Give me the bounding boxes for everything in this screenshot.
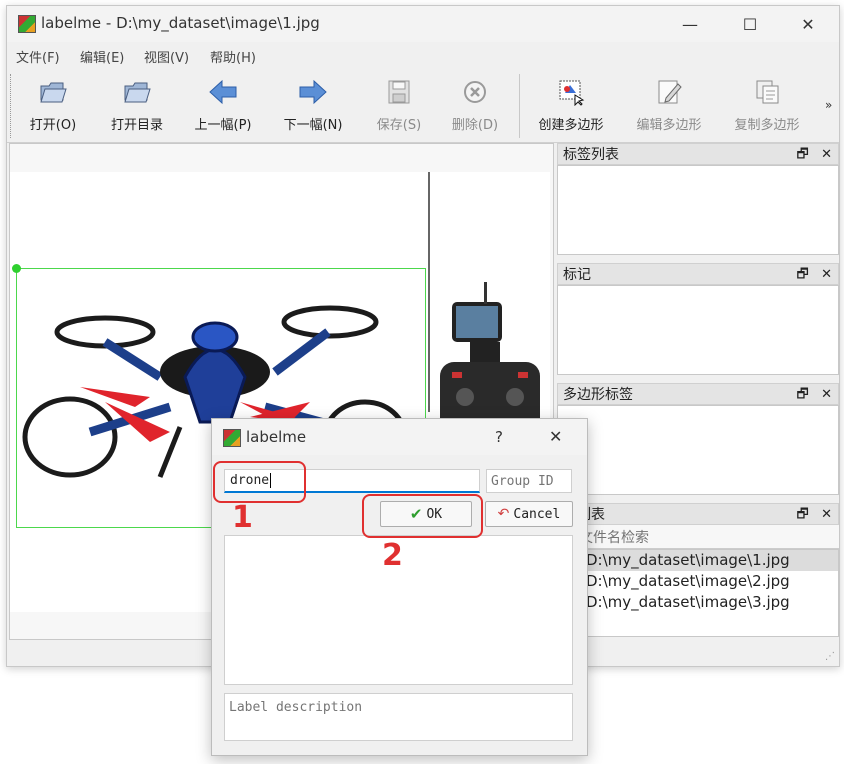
prev-image-button[interactable]: 上一幅(P) [185, 74, 261, 138]
dock-float-icon[interactable]: 🗗 [796, 387, 808, 402]
annotation-highlight-ok-button [362, 494, 483, 538]
polygon-labels-list[interactable] [557, 405, 839, 495]
polygon-labels-title: 多边形标签 [563, 387, 633, 403]
file-list[interactable]: D:\my_dataset\image\1.jpg D:\my_dataset\… [557, 549, 839, 637]
folder-open-icon [124, 82, 151, 103]
polygon-vertex-handle[interactable] [12, 264, 21, 273]
close-button[interactable]: ✕ [785, 6, 831, 42]
label-list-title: 标签列表 [563, 147, 619, 163]
file-list-item[interactable]: D:\my_dataset\image\2.jpg [558, 571, 838, 592]
dock-close-icon[interactable]: ✕ [821, 387, 832, 402]
polygon-labels-dock-title[interactable]: 多边形标签 🗗 ✕ [557, 383, 839, 405]
edit-polygon-button[interactable]: 编辑多边形 [627, 74, 711, 138]
arrow-right-icon [299, 79, 327, 105]
create-polygon-label: 创建多边形 [538, 118, 604, 133]
polygon-labels-dock: 多边形标签 🗗 ✕ [557, 383, 839, 495]
next-image-label: 下一幅(N) [283, 118, 343, 133]
labelme-app-icon [18, 15, 36, 33]
copy-polygon-button[interactable]: 复制多边形 [725, 74, 809, 138]
maximize-button[interactable]: ☐ [727, 6, 773, 42]
annotation-step-1: 1 [232, 500, 253, 535]
annotation-highlight-label-input [213, 461, 306, 503]
dock-float-icon[interactable]: 🗗 [796, 507, 808, 522]
toolbar: 打开(O) 打开目录 上一幅(P) 下一幅(N) 保存(S) 删除(D) 创建多… [7, 68, 839, 143]
dialog-title-bar[interactable]: labelme ? ✕ [212, 419, 587, 455]
menu-file[interactable]: 文件(F) [16, 47, 60, 66]
resize-grip-icon[interactable]: ⋰ [825, 651, 835, 662]
save-button[interactable]: 保存(S) [367, 74, 431, 138]
prev-image-label: 上一幅(P) [194, 118, 252, 133]
dock-float-icon[interactable]: 🗗 [796, 267, 808, 282]
file-list-item[interactable]: D:\my_dataset\image\1.jpg [558, 550, 838, 571]
create-polygon-icon [559, 80, 585, 106]
flags-title: 标记 [563, 267, 591, 283]
open-button[interactable]: 打开(O) [21, 74, 85, 138]
labelme-app-icon [223, 429, 241, 447]
edit-polygon-label: 编辑多边形 [636, 118, 702, 133]
group-id-input[interactable] [486, 469, 572, 493]
dock-close-icon[interactable]: ✕ [821, 147, 832, 162]
next-image-button[interactable]: 下一幅(N) [275, 74, 351, 138]
delete-circle-icon [464, 81, 486, 103]
label-description-input[interactable] [224, 693, 573, 741]
menu-bar: 文件(F) 编辑(E) 视图(V) 帮助(H) [7, 42, 839, 68]
folder-open-icon [40, 82, 67, 103]
label-list-dock-title[interactable]: 标签列表 🗗 ✕ [557, 143, 839, 165]
open-dir-button[interactable]: 打开目录 [101, 74, 173, 138]
dialog-title: labelme [246, 428, 307, 446]
dialog-help-button[interactable]: ? [495, 428, 503, 446]
toolbar-separator [519, 74, 520, 138]
dialog-close-button[interactable]: ✕ [549, 427, 562, 446]
file-list-dock: 件列表 🗗 ✕ D:\my_dataset\image\1.jpg D:\my_… [557, 503, 839, 637]
cancel-button[interactable]: ↶ Cancel [485, 501, 573, 527]
annotation-step-2: 2 [382, 538, 403, 573]
open-dir-label: 打开目录 [110, 118, 163, 133]
save-label: 保存(S) [376, 118, 422, 133]
arrow-left-icon [209, 79, 237, 105]
flags-list[interactable] [557, 285, 839, 375]
undo-arrow-icon: ↶ [497, 506, 510, 522]
copy-polygon-label: 复制多边形 [734, 118, 800, 133]
label-list-dock: 标签列表 🗗 ✕ [557, 143, 839, 255]
window-title: labelme - D:\my_dataset\image\1.jpg [41, 14, 320, 32]
toolbar-grip[interactable] [10, 74, 14, 138]
menu-help[interactable]: 帮助(H) [210, 47, 256, 66]
toolbar-overflow-button[interactable]: » [825, 98, 832, 112]
edit-polygon-icon [658, 80, 682, 104]
cancel-label: Cancel [513, 506, 561, 522]
create-polygon-button[interactable]: 创建多边形 [529, 74, 613, 138]
menu-view[interactable]: 视图(V) [144, 47, 189, 66]
file-list-dock-title[interactable]: 件列表 🗗 ✕ [557, 503, 839, 525]
dock-close-icon[interactable]: ✕ [821, 507, 832, 522]
file-list-item[interactable]: D:\my_dataset\image\3.jpg [558, 592, 838, 613]
flags-dock: 标记 🗗 ✕ [557, 263, 839, 375]
save-icon [388, 80, 410, 104]
delete-button[interactable]: 删除(D) [443, 74, 507, 138]
file-search-input[interactable] [557, 525, 839, 549]
copy-polygon-icon [756, 80, 779, 104]
dock-float-icon[interactable]: 🗗 [796, 147, 808, 162]
menu-edit[interactable]: 编辑(E) [80, 47, 124, 66]
open-label: 打开(O) [29, 118, 77, 133]
title-bar[interactable]: labelme - D:\my_dataset\image\1.jpg — ☐ … [7, 6, 839, 42]
dock-close-icon[interactable]: ✕ [821, 267, 832, 282]
minimize-button[interactable]: — [667, 6, 713, 42]
label-list[interactable] [557, 165, 839, 255]
flags-dock-title[interactable]: 标记 🗗 ✕ [557, 263, 839, 285]
delete-label: 删除(D) [451, 118, 499, 133]
